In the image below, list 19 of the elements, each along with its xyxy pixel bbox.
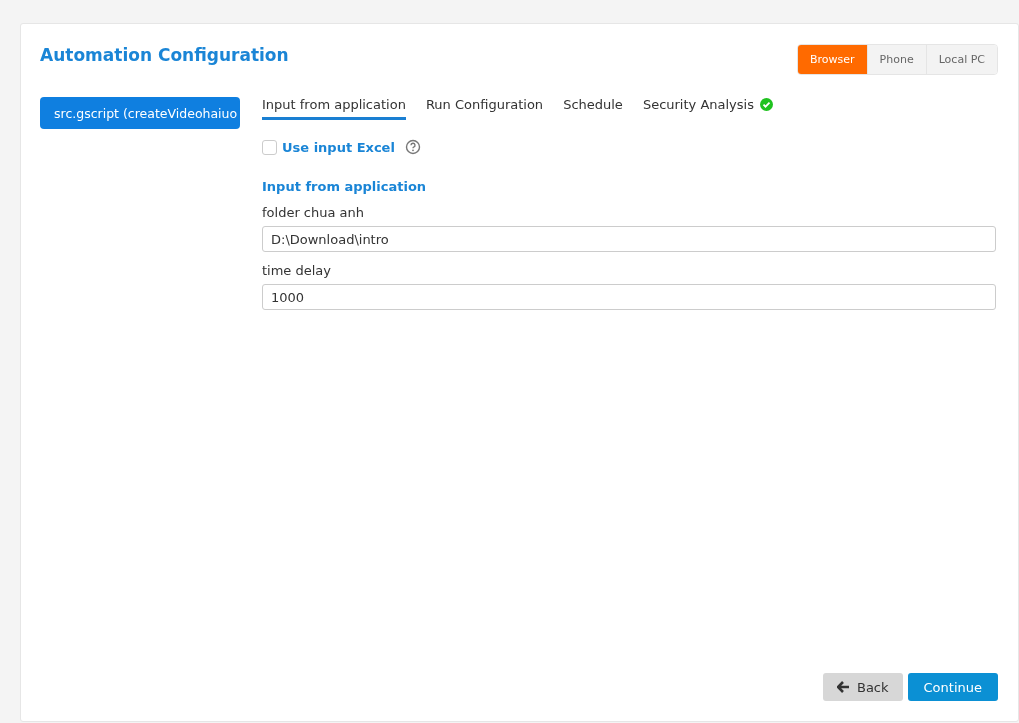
help-icon[interactable] (404, 139, 421, 155)
tab[interactable]: Input from application (262, 97, 406, 120)
tab[interactable]: Security Analysis (642, 97, 773, 120)
tab[interactable]: Run Configuration (425, 97, 544, 120)
continue-button[interactable]: Continue (907, 673, 998, 701)
back-button[interactable]: Back (822, 673, 903, 701)
script-item[interactable]: src.gscript (createVideohaiuo (40, 97, 240, 129)
section-title: Input from application (262, 179, 428, 194)
field-label: time delay (262, 263, 333, 278)
field-label: folder chua anh (262, 205, 366, 220)
page-title: Automation Configuration (40, 44, 289, 65)
tab[interactable]: Schedule (563, 97, 623, 120)
checkbox[interactable] (262, 139, 277, 155)
platform-tab[interactable]: Phone (866, 45, 926, 74)
arrow-left-icon (836, 681, 850, 693)
platform-tab[interactable]: Local PC (925, 45, 997, 74)
text-field[interactable]: D:\Download\intro (262, 226, 996, 252)
text-field[interactable]: 1000 (262, 284, 996, 310)
checkbox-label[interactable]: Use input Excel (282, 139, 395, 155)
